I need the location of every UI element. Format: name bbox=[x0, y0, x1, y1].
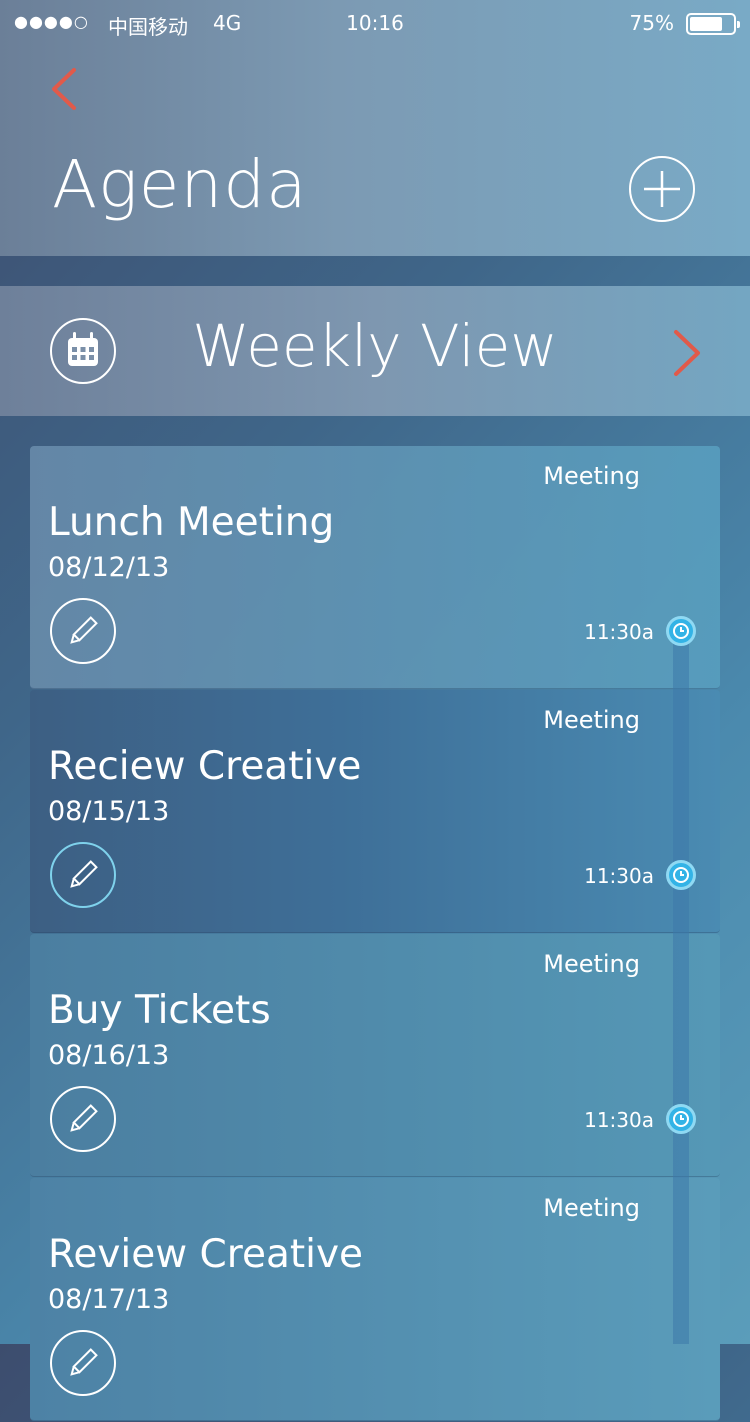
agenda-item[interactable]: Meeting Buy Tickets 08/16/13 11:30a bbox=[30, 934, 720, 1177]
category-tag: Meeting bbox=[543, 706, 640, 734]
pencil-icon bbox=[70, 1104, 98, 1132]
back-button[interactable] bbox=[44, 64, 92, 112]
clock-icon bbox=[666, 616, 696, 646]
add-event-button[interactable] bbox=[629, 156, 695, 222]
timeline-track bbox=[673, 632, 689, 1344]
pencil-icon bbox=[70, 616, 98, 644]
battery-percent: 75% bbox=[629, 11, 674, 35]
event-date: 08/15/13 bbox=[48, 796, 170, 827]
edit-button[interactable] bbox=[50, 1330, 116, 1396]
chevron-right-icon bbox=[674, 330, 700, 376]
agenda-item[interactable]: Meeting Reciew Creative 08/15/13 11:30a bbox=[30, 690, 720, 933]
page-title: Agenda bbox=[52, 146, 308, 223]
category-tag: Meeting bbox=[543, 950, 640, 978]
weekly-view-label: Weekly View bbox=[192, 312, 558, 380]
clock-icon bbox=[666, 860, 696, 890]
next-button[interactable] bbox=[664, 326, 712, 380]
event-title: Review Creative bbox=[48, 1232, 364, 1277]
event-title: Reciew Creative bbox=[48, 744, 362, 789]
edit-button[interactable] bbox=[50, 842, 116, 908]
event-title: Buy Tickets bbox=[48, 988, 271, 1033]
plus-icon bbox=[644, 171, 680, 207]
agenda-list: Meeting Lunch Meeting 08/12/13 11:30a Me… bbox=[30, 446, 720, 1422]
agenda-item[interactable]: Meeting Review Creative 08/17/13 bbox=[30, 1178, 720, 1421]
agenda-item[interactable]: Meeting Lunch Meeting 08/12/13 11:30a bbox=[30, 446, 720, 689]
pencil-icon bbox=[70, 1348, 98, 1376]
chevron-left-icon bbox=[52, 68, 76, 110]
edit-button[interactable] bbox=[50, 598, 116, 664]
status-bar: ●●●●○ 中国移动 4G 10:16 75% bbox=[0, 0, 750, 48]
category-tag: Meeting bbox=[543, 462, 640, 490]
event-time: 11:30a bbox=[584, 864, 654, 888]
event-date: 08/17/13 bbox=[48, 1284, 170, 1315]
pencil-icon bbox=[70, 860, 98, 888]
event-time: 11:30a bbox=[584, 620, 654, 644]
event-date: 08/16/13 bbox=[48, 1040, 170, 1071]
category-tag: Meeting bbox=[543, 1194, 640, 1222]
event-title: Lunch Meeting bbox=[48, 500, 335, 545]
event-date: 08/12/13 bbox=[48, 552, 170, 583]
edit-button[interactable] bbox=[50, 1086, 116, 1152]
event-time: 11:30a bbox=[584, 1108, 654, 1132]
clock-icon bbox=[666, 1104, 696, 1134]
battery-icon bbox=[686, 13, 740, 35]
header: ●●●●○ 中国移动 4G 10:16 75% Agenda bbox=[0, 0, 750, 256]
